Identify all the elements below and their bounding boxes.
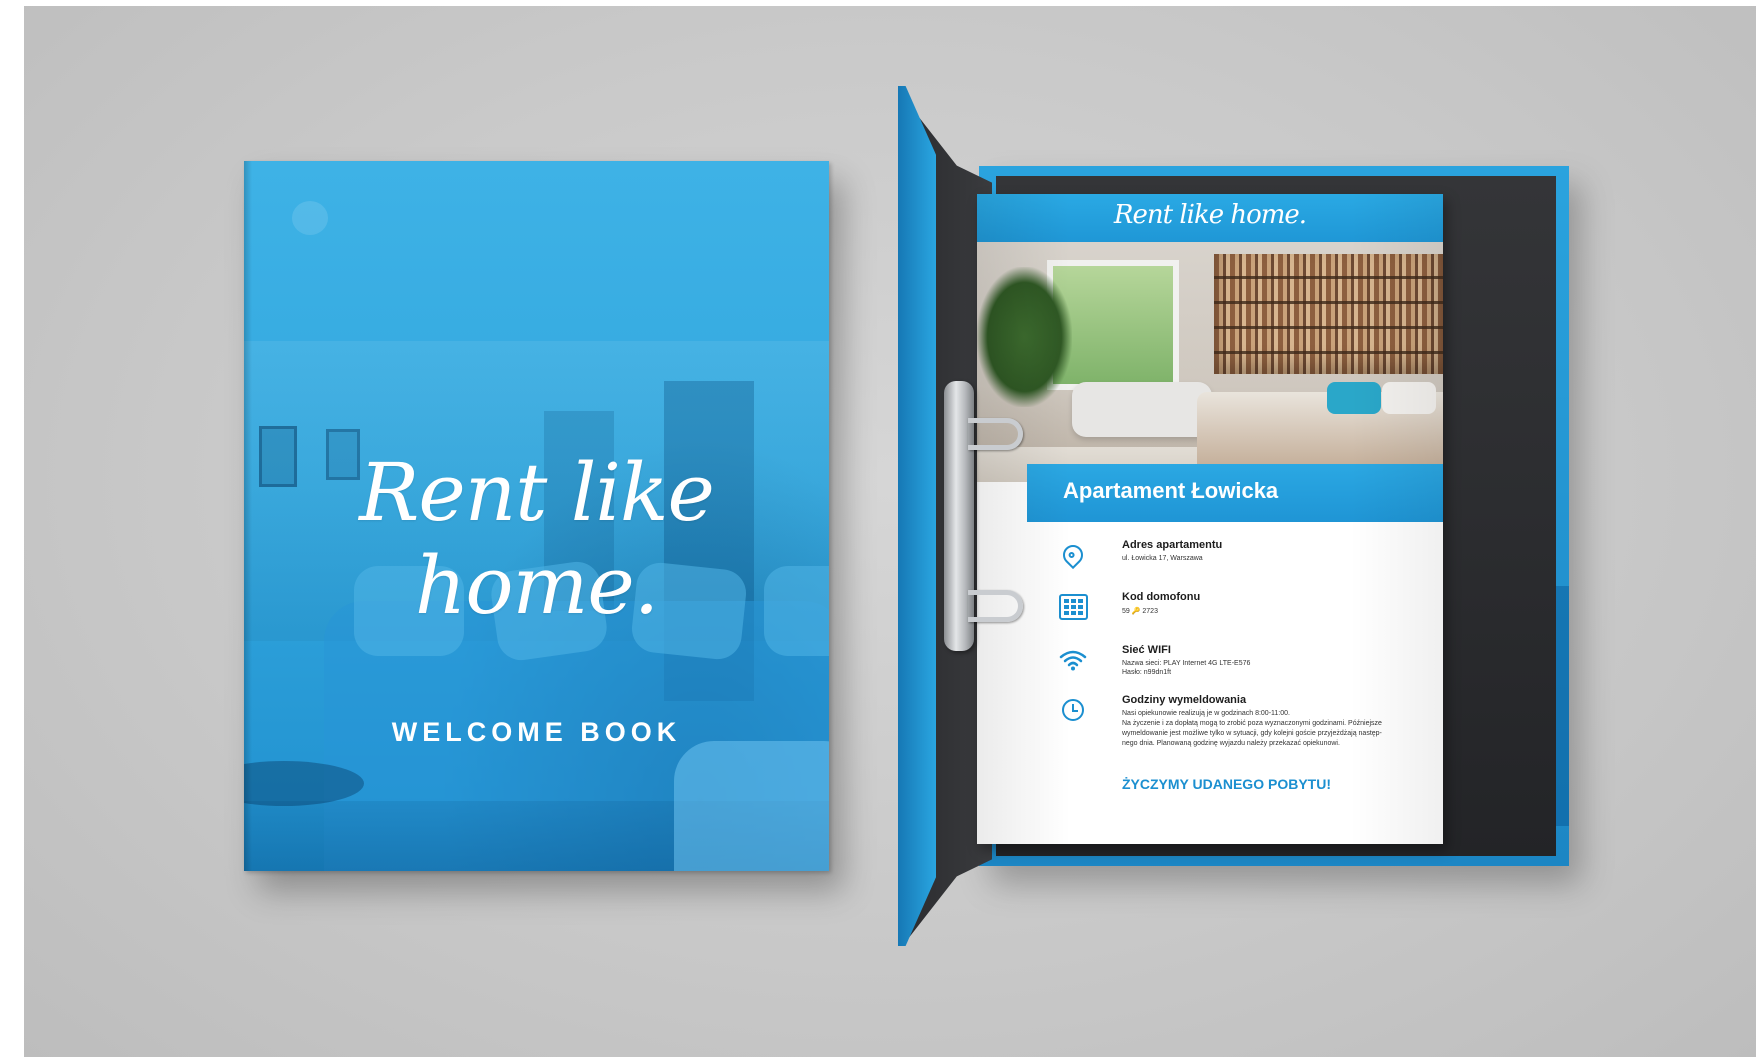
- bookshelf-shelves: [1214, 254, 1443, 374]
- closing-message: ŻYCZYMY UDANEGO POBYTU!: [1122, 776, 1331, 792]
- apartment-title: Apartament Łowicka: [1063, 478, 1279, 503]
- checkout-line: wymeldowanie jest możliwe tylko w sytuac…: [1122, 730, 1382, 737]
- wifi-password: Hasło: n99dn1ft: [1122, 669, 1172, 676]
- cover-subtitle: WELCOME BOOK: [391, 717, 682, 747]
- plant-image: [977, 267, 1072, 407]
- sheet-header-band: Rent like home.: [977, 194, 1443, 242]
- wifi-icon: [1057, 644, 1089, 676]
- binder-ring: [968, 418, 1023, 450]
- apartment-photo: [977, 242, 1443, 482]
- binder-ring: [968, 590, 1023, 622]
- wifi-network-name: Nazwa sieci: PLAY Internet 4G LTE-E576: [1122, 660, 1251, 667]
- checkout-heading: Godziny wymeldowania: [1122, 694, 1247, 706]
- checkout-line: Na życzenie i za dopłatą mogą to zrobić …: [1122, 720, 1382, 727]
- address-heading: Adres apartamentu: [1122, 539, 1223, 551]
- binder-front-cover-edge: [898, 86, 936, 946]
- checkout-line: Nasi opiekunowie realizują je w godzinac…: [1122, 710, 1290, 717]
- info-sheet: Rent like home. Apartament Łowicka Adres…: [977, 194, 1443, 844]
- address-line: ul. Łowicka 17, Warszawa: [1122, 555, 1203, 562]
- intercom-heading: Kod domofonu: [1122, 591, 1201, 603]
- keypad-icon: [1057, 591, 1089, 623]
- sheet-brand-logo: Rent like home.: [1113, 200, 1307, 230]
- cover-brand-logo: Rent like home.: [359, 446, 715, 632]
- checkout-line: nego dnia. Planowaną godzinę wyjazdu nal…: [1122, 740, 1340, 747]
- map-pin-icon: [1057, 539, 1089, 571]
- welcome-book-cover: Rent like home. WELCOME BOOK: [244, 161, 829, 871]
- pillow-image: [1327, 382, 1381, 414]
- wifi-heading: Sieć WIFI: [1122, 644, 1171, 656]
- armchair-image: [674, 741, 829, 871]
- ceiling-lamp-image: [292, 201, 328, 235]
- apartment-title-band: Apartament Łowicka: [1027, 464, 1443, 522]
- background-surface: Rent like home. WELCOME BOOK Rent like h…: [24, 6, 1756, 1057]
- intercom-code: 59 🔑 2723: [1122, 608, 1158, 615]
- photo-sofa-image: [1072, 382, 1212, 437]
- pillow-image: [1382, 382, 1436, 414]
- clock-icon: [1057, 694, 1089, 726]
